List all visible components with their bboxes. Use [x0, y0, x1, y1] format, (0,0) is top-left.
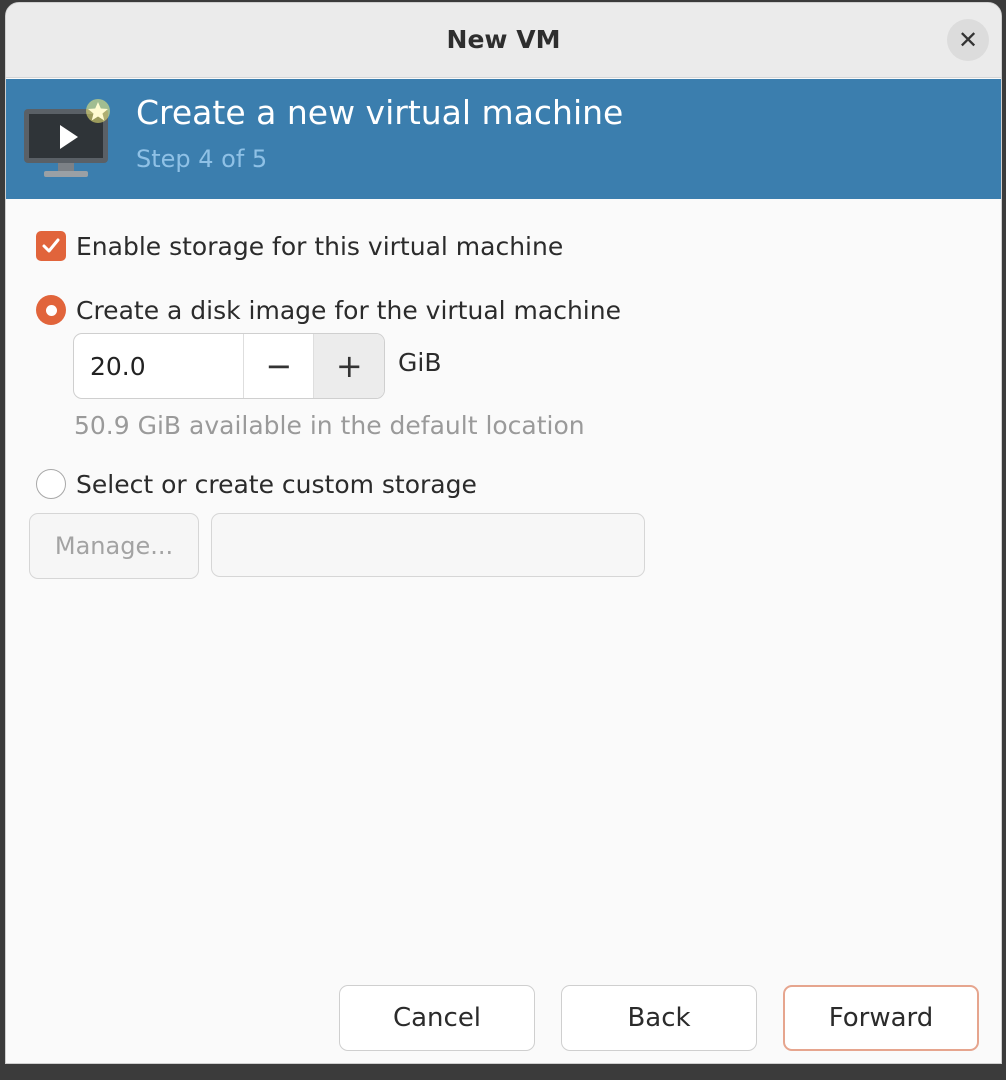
plus-icon: + [335, 347, 363, 385]
disk-image-row[interactable]: Create a disk image for the virtual mach… [36, 293, 621, 327]
wizard-step: Step 4 of 5 [136, 145, 268, 173]
custom-storage-label: Select or create custom storage [76, 469, 477, 499]
checkmark-icon [42, 238, 60, 253]
enable-storage-checkbox[interactable] [36, 231, 66, 261]
available-space-hint: 50.9 GiB available in the default locati… [74, 411, 585, 440]
enable-storage-label: Enable storage for this virtual machine [76, 231, 564, 261]
manage-button[interactable]: Manage... [29, 513, 199, 579]
close-button[interactable]: ✕ [947, 19, 989, 61]
forward-button[interactable]: Forward [783, 985, 979, 1051]
custom-storage-path-input[interactable] [211, 513, 645, 577]
new-vm-dialog: New VM ✕ Create a new virtual machine St… [5, 2, 1002, 1064]
vm-monitor-icon [24, 99, 110, 177]
decrease-button[interactable]: − [242, 334, 314, 398]
disk-image-label: Create a disk image for the virtual mach… [76, 295, 621, 325]
minus-icon: − [265, 347, 293, 385]
back-button[interactable]: Back [561, 985, 757, 1051]
enable-storage-row[interactable]: Enable storage for this virtual machine [36, 229, 563, 263]
close-icon: ✕ [957, 26, 979, 54]
size-unit-label: GiB [398, 348, 442, 377]
wizard-title: Create a new virtual machine [136, 93, 624, 132]
disk-image-radio[interactable] [36, 295, 66, 325]
window-title: New VM [446, 25, 561, 54]
custom-storage-radio[interactable] [36, 469, 66, 499]
increase-button[interactable]: + [313, 334, 384, 398]
cancel-button[interactable]: Cancel [339, 985, 535, 1051]
title-bar: New VM ✕ [6, 3, 1001, 78]
custom-storage-row[interactable]: Select or create custom storage [36, 467, 477, 501]
disk-size-spinner[interactable]: 20.0 − + [73, 333, 385, 399]
disk-size-input[interactable]: 20.0 [74, 334, 243, 398]
wizard-banner: Create a new virtual machine Step 4 of 5 [6, 79, 1001, 199]
